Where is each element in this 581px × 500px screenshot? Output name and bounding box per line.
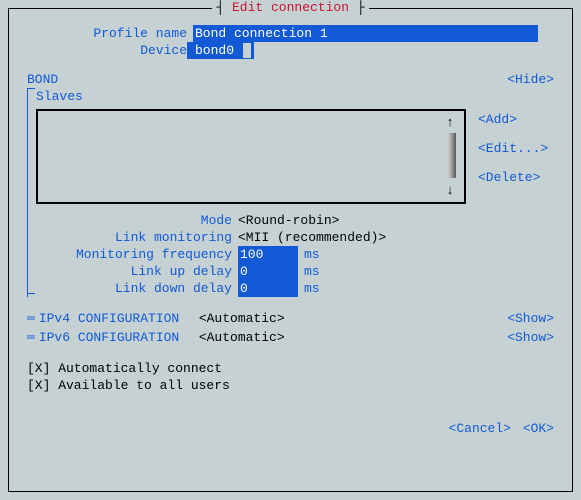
- edit-button[interactable]: <Edit...>: [478, 140, 548, 157]
- bond-section-label: BOND: [27, 71, 58, 88]
- device-input[interactable]: bond0: [187, 42, 254, 59]
- monitoring-frequency-input[interactable]: 100: [238, 246, 298, 263]
- ipv6-config-label: IPv6 CONFIGURATION: [39, 329, 199, 346]
- slaves-listbox[interactable]: ↑ ↓: [36, 109, 466, 204]
- profile-name-input[interactable]: Bond connection 1: [193, 25, 363, 42]
- hide-button[interactable]: <Hide>: [507, 71, 554, 88]
- auto-connect-checkbox[interactable]: [X] Automatically connect: [27, 360, 554, 377]
- mode-label: Mode: [52, 212, 232, 229]
- delete-button[interactable]: <Delete>: [478, 169, 548, 186]
- ipv4-show-button[interactable]: <Show>: [507, 310, 554, 327]
- unit-label: ms: [304, 280, 320, 297]
- tree-end-icon: [27, 293, 35, 294]
- ipv4-config-label: IPv4 CONFIGURATION: [39, 310, 199, 327]
- ok-button[interactable]: <OK>: [523, 421, 554, 436]
- expand-icon[interactable]: ═: [27, 329, 35, 346]
- add-button[interactable]: <Add>: [478, 111, 548, 128]
- device-label: Device: [27, 42, 187, 59]
- link-monitoring-label: Link monitoring: [52, 229, 232, 246]
- unit-label: ms: [304, 263, 320, 280]
- scrollbar-handle[interactable]: [448, 133, 456, 178]
- input-padding: [363, 25, 538, 42]
- scroll-down-icon[interactable]: ↓: [446, 182, 454, 199]
- link-monitoring-select[interactable]: <MII (recommended)>: [238, 229, 386, 246]
- link-down-delay-input[interactable]: 0: [238, 280, 298, 297]
- dialog-frame: ┤ Edit connection ├ Profile name Bond co…: [8, 8, 573, 492]
- link-down-delay-label: Link down delay: [52, 280, 232, 297]
- slaves-label: Slaves: [36, 88, 572, 105]
- ipv6-config-select[interactable]: <Automatic>: [199, 329, 399, 346]
- link-up-delay-input[interactable]: 0: [238, 263, 298, 280]
- dialog-title: Edit connection: [232, 0, 349, 15]
- ipv4-config-select[interactable]: <Automatic>: [199, 310, 399, 327]
- profile-name-label: Profile name: [27, 25, 187, 42]
- monitoring-frequency-label: Monitoring frequency: [52, 246, 232, 263]
- all-users-checkbox[interactable]: [X] Available to all users: [27, 377, 554, 394]
- expand-icon[interactable]: ═: [27, 310, 35, 327]
- cancel-button[interactable]: <Cancel>: [449, 421, 511, 436]
- title-bar: ┤ Edit connection ├: [9, 0, 572, 16]
- ipv6-show-button[interactable]: <Show>: [507, 329, 554, 346]
- unit-label: ms: [304, 246, 320, 263]
- mode-select[interactable]: <Round-robin>: [238, 212, 339, 229]
- scroll-up-icon[interactable]: ↑: [446, 114, 454, 131]
- link-up-delay-label: Link up delay: [52, 263, 232, 280]
